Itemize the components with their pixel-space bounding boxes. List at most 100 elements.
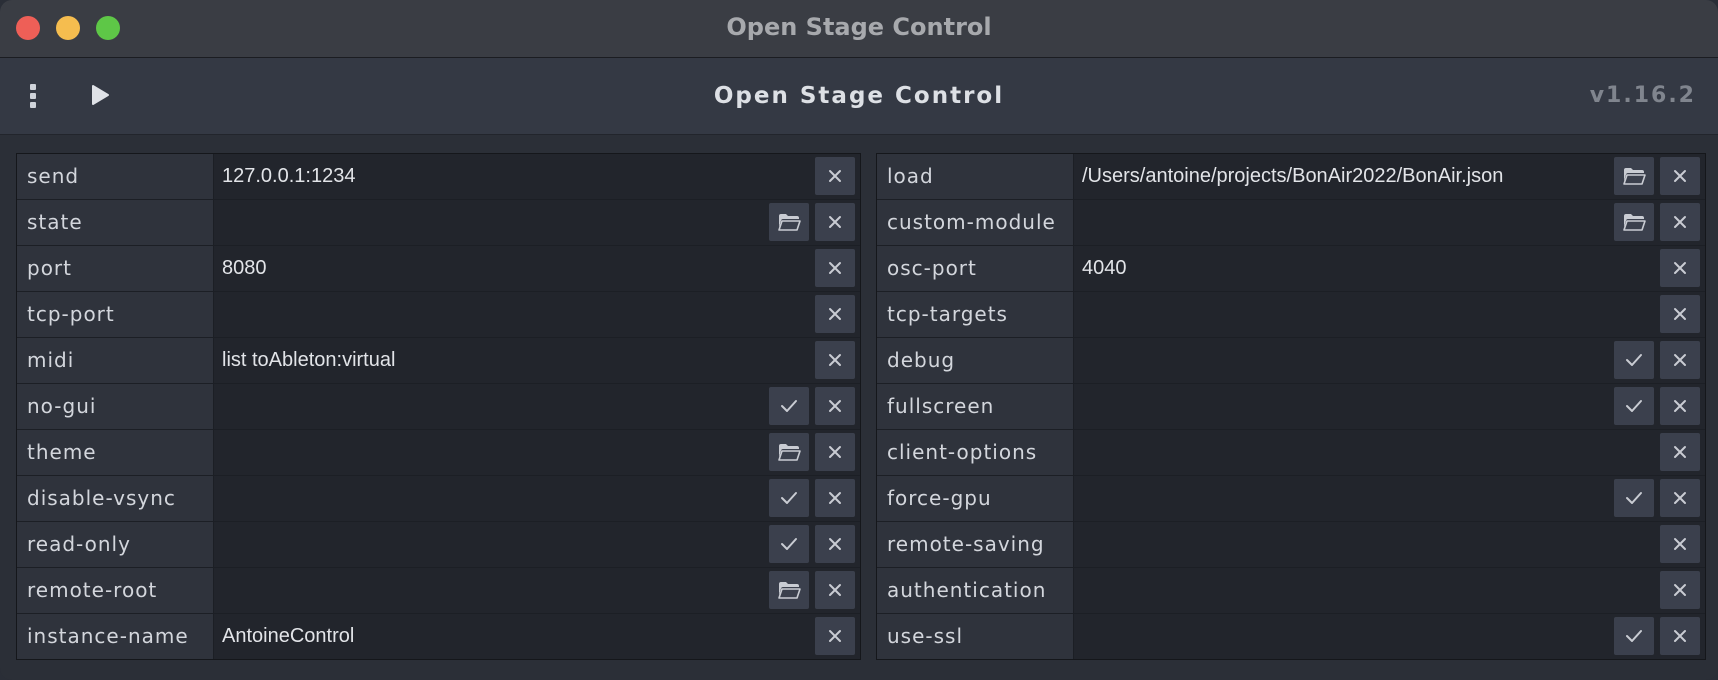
toggle-check-button[interactable]: [1614, 479, 1654, 517]
clear-x-icon: [828, 583, 842, 597]
clear-button[interactable]: [815, 249, 855, 287]
option-buttons: [1660, 571, 1700, 609]
clear-button[interactable]: [1660, 157, 1700, 195]
option-label: force-gpu: [877, 476, 1073, 521]
app-title: Open Stage Control: [713, 83, 1005, 109]
option-row-debug: debug: [877, 338, 1705, 383]
option-value-field[interactable]: [1074, 430, 1705, 475]
option-buttons: [1614, 203, 1700, 241]
clear-x-icon: [1673, 629, 1687, 643]
clear-button[interactable]: [1660, 479, 1700, 517]
clear-button[interactable]: [815, 433, 855, 471]
option-value-field[interactable]: [214, 292, 860, 337]
option-value-field[interactable]: [214, 430, 860, 475]
option-label: port: [17, 246, 213, 291]
browse-folder-button[interactable]: [1614, 157, 1654, 195]
option-value-field[interactable]: [1074, 338, 1705, 383]
clear-button[interactable]: [815, 525, 855, 563]
clear-button[interactable]: [1660, 341, 1700, 379]
option-label: state: [17, 200, 213, 245]
clear-button[interactable]: [1660, 433, 1700, 471]
option-value-field[interactable]: [1074, 522, 1705, 567]
clear-button[interactable]: [1660, 203, 1700, 241]
clear-x-icon: [828, 353, 842, 367]
option-value-text: 127.0.0.1:1234: [222, 165, 356, 187]
toggle-check-button[interactable]: [1614, 387, 1654, 425]
clear-x-icon: [828, 215, 842, 229]
clear-x-icon: [828, 399, 842, 413]
option-buttons: [1660, 249, 1700, 287]
option-label: send: [17, 154, 213, 199]
option-value-field[interactable]: [214, 522, 860, 567]
toggle-check-button[interactable]: [769, 525, 809, 563]
option-value-field[interactable]: 4040: [1074, 246, 1705, 291]
clear-button[interactable]: [1660, 617, 1700, 655]
clear-button[interactable]: [1660, 525, 1700, 563]
clear-button[interactable]: [1660, 295, 1700, 333]
option-value-field[interactable]: [1074, 292, 1705, 337]
clear-button[interactable]: [815, 617, 855, 655]
option-label: midi: [17, 338, 213, 383]
option-row-disable-vsync: disable-vsync: [17, 476, 860, 521]
option-value-field[interactable]: [214, 384, 860, 429]
option-value-field[interactable]: 8080: [214, 246, 860, 291]
clear-button[interactable]: [815, 157, 855, 195]
browse-folder-button[interactable]: [769, 203, 809, 241]
browse-folder-button[interactable]: [769, 571, 809, 609]
toggle-check-button[interactable]: [1614, 617, 1654, 655]
option-row-tcp-targets: tcp-targets: [877, 292, 1705, 337]
clear-button[interactable]: [815, 203, 855, 241]
option-value-field[interactable]: list toAbleton:virtual: [214, 338, 860, 383]
clear-button[interactable]: [815, 341, 855, 379]
option-value-field[interactable]: AntoineControl: [214, 614, 860, 659]
app-window: Open Stage Control Open Stage Control v1…: [0, 0, 1718, 680]
option-label: load: [877, 154, 1073, 199]
clear-button[interactable]: [815, 295, 855, 333]
clear-x-icon: [828, 537, 842, 551]
option-value-text: list toAbleton:virtual: [222, 349, 396, 371]
option-buttons: [1614, 479, 1700, 517]
clear-x-icon: [1673, 537, 1687, 551]
option-label: custom-module: [877, 200, 1073, 245]
option-row-fullscreen: fullscreen: [877, 384, 1705, 429]
clear-button[interactable]: [1660, 387, 1700, 425]
clear-button[interactable]: [815, 479, 855, 517]
option-value-field[interactable]: [1074, 614, 1705, 659]
clear-button[interactable]: [1660, 571, 1700, 609]
option-value-field[interactable]: /Users/antoine/projects/BonAir2022/BonAi…: [1074, 154, 1705, 199]
app-toolbar: Open Stage Control v1.16.2: [0, 58, 1718, 135]
window-title: Open Stage Control: [726, 13, 992, 41]
option-buttons: [769, 203, 855, 241]
clear-button[interactable]: [815, 571, 855, 609]
option-label: debug: [877, 338, 1073, 383]
clear-button[interactable]: [815, 387, 855, 425]
option-value-field[interactable]: [1074, 476, 1705, 521]
options-panel-right: load/Users/antoine/projects/BonAir2022/B…: [876, 153, 1706, 660]
option-row-read-only: read-only: [17, 522, 860, 567]
folder-open-icon: [1622, 213, 1646, 231]
folder-open-icon: [777, 213, 801, 231]
option-label: remote-saving: [877, 522, 1073, 567]
option-value-field[interactable]: [1074, 200, 1705, 245]
clear-button[interactable]: [1660, 249, 1700, 287]
option-value-field[interactable]: 127.0.0.1:1234: [214, 154, 860, 199]
browse-folder-button[interactable]: [1614, 203, 1654, 241]
option-value-field[interactable]: [214, 568, 860, 613]
toggle-check-button[interactable]: [1614, 341, 1654, 379]
option-value-field[interactable]: [214, 476, 860, 521]
option-label: tcp-targets: [877, 292, 1073, 337]
option-value-text: AntoineControl: [222, 625, 355, 647]
option-value-field[interactable]: [1074, 384, 1705, 429]
browse-folder-button[interactable]: [769, 433, 809, 471]
option-row-instance-name: instance-name AntoineControl: [17, 614, 860, 659]
option-value-field[interactable]: [1074, 568, 1705, 613]
option-row-no-gui: no-gui: [17, 384, 860, 429]
toggle-check-button[interactable]: [769, 387, 809, 425]
option-buttons: [1660, 433, 1700, 471]
toggle-check-button[interactable]: [769, 479, 809, 517]
option-row-osc-port: osc-port 4040: [877, 246, 1705, 291]
version-label: v1.16.2: [1589, 83, 1696, 108]
option-value-field[interactable]: [214, 200, 860, 245]
folder-open-icon: [777, 581, 801, 599]
clear-x-icon: [1673, 261, 1687, 275]
